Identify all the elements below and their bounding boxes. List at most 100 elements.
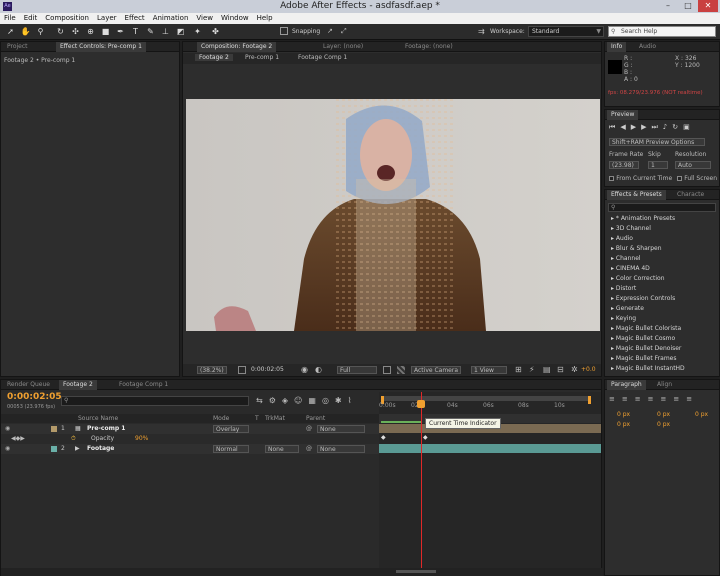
tab-effect-controls[interactable]: Effect Controls: Pre-comp 1 [56, 42, 146, 52]
tab-layer[interactable]: Layer: (none) [319, 42, 367, 52]
menu-effect[interactable]: Effect [121, 13, 149, 22]
opacity-value[interactable]: 90% [135, 435, 148, 442]
ram-preview-options-dropdown[interactable]: Shift+RAM Preview Options [609, 138, 705, 146]
space-before-value[interactable]: 0 px [617, 421, 630, 428]
keyframe-nav-icon[interactable]: ◀◆▶ [11, 435, 25, 442]
visibility-icon[interactable]: ◉ [5, 425, 10, 432]
draft-3d-icon[interactable]: ◈ [282, 396, 294, 405]
menu-help[interactable]: Help [253, 13, 277, 22]
snapshot-icon[interactable]: ◉ [301, 365, 308, 374]
indent-right-value[interactable]: 0 px [657, 411, 670, 418]
layer-row-pre-comp-1[interactable]: ◉ 1 ▦ Pre-comp 1 Overlay @ None [1, 424, 379, 434]
workspace-dropdown[interactable]: Standard ▼ [528, 26, 604, 37]
layer-mode-dropdown[interactable]: Overlay [213, 425, 249, 433]
label-color-swatch[interactable] [51, 426, 57, 432]
loop-icon[interactable]: ↻ [672, 123, 683, 131]
exposure-reset-icon[interactable]: ✲ [571, 365, 578, 374]
frame-rate-dropdown[interactable]: (23.98) [609, 161, 639, 169]
resolution-dropdown[interactable]: Full [337, 366, 377, 374]
hand-tool-icon[interactable]: ✋ [20, 26, 31, 37]
parent-pickwhip-icon[interactable]: @ [306, 445, 312, 452]
layer-name[interactable]: Footage [87, 445, 114, 452]
property-row-opacity[interactable]: ◀◆▶ ⏱ Opacity 90% [1, 434, 379, 444]
brainstorm-icon[interactable]: ✱ [335, 396, 348, 405]
composition-mini-flowchart-icon[interactable]: ⇆ [256, 396, 269, 405]
next-frame-icon[interactable]: ▶ [641, 123, 651, 131]
crumb-footage-comp-1[interactable]: Footage Comp 1 [298, 54, 347, 61]
space-after-value[interactable]: 0 px [657, 421, 670, 428]
layer-parent-dropdown[interactable]: None [317, 425, 365, 433]
pan-behind-tool-icon[interactable]: ⊕ [85, 26, 96, 37]
tab-footage-comp-1[interactable]: Footage Comp 1 [115, 380, 172, 390]
resolution-preview-dropdown[interactable]: Auto [675, 161, 711, 169]
view-layout-dropdown[interactable]: 1 View [471, 366, 507, 374]
tab-effects-presets[interactable]: Effects & Presets [607, 190, 666, 200]
timeline-search-input[interactable]: ⚲ [61, 396, 249, 406]
last-frame-icon[interactable]: ⏭ [651, 123, 662, 131]
ram-preview-icon[interactable]: ▣ [683, 123, 695, 131]
effects-item-color-correction[interactable]: ▸ Color Correction [611, 275, 665, 282]
camera-dropdown[interactable]: Active Camera [411, 366, 461, 374]
effects-item-magic-bullet-denoiser[interactable]: ▸ Magic Bullet Denoiser [611, 345, 681, 352]
snap-edges-icon[interactable]: ⤢ [341, 27, 347, 36]
menu-animation[interactable]: Animation [149, 13, 193, 22]
keyframe-icon[interactable]: ◆ [381, 434, 386, 441]
from-current-time-checkbox[interactable] [609, 175, 614, 181]
zoom-tool-icon[interactable]: ⚲ [35, 26, 46, 37]
clone-tool-icon[interactable]: ⊥ [160, 26, 171, 37]
justify-all-icon[interactable]: ≡ [686, 395, 699, 403]
justify-last-right-icon[interactable]: ≡ [673, 395, 686, 403]
roto-brush-tool-icon[interactable]: ✦ [192, 26, 203, 37]
effects-item-blur-sharpen[interactable]: ▸ Blur & Sharpen [611, 245, 662, 252]
menu-composition[interactable]: Composition [41, 13, 93, 22]
tab-preview[interactable]: Preview [607, 110, 639, 120]
label-color-swatch[interactable] [51, 446, 57, 452]
tab-audio[interactable]: Audio [635, 42, 660, 52]
layer-mode-dropdown[interactable]: Normal [213, 445, 249, 453]
effects-item-magic-bullet-frames[interactable]: ▸ Magic Bullet Frames [611, 355, 676, 362]
layer-bar-footage[interactable] [379, 444, 601, 453]
pen-tool-icon[interactable]: ✒ [115, 26, 126, 37]
effects-search-input[interactable]: ⚲ [608, 203, 716, 212]
timeline-icon[interactable]: ▤ [543, 365, 551, 374]
flowchart-icon[interactable]: ⊟ [557, 365, 564, 374]
layer-name[interactable]: Pre-comp 1 [87, 425, 125, 432]
tab-composition[interactable]: Composition: Footage 2 [197, 42, 277, 52]
region-of-interest-icon[interactable] [383, 366, 391, 374]
maximize-icon[interactable]: □ [678, 0, 698, 12]
visibility-icon[interactable]: ◉ [5, 445, 10, 452]
search-help-input[interactable]: ⚲ Search Help [608, 26, 716, 37]
tab-footage[interactable]: Footage: (none) [401, 42, 457, 52]
zoom-dropdown[interactable]: (38.2%) [197, 366, 227, 374]
align-right-icon[interactable]: ≡ [635, 395, 648, 403]
crumb-footage-2[interactable]: Footage 2 [195, 54, 233, 61]
effects-item-keying[interactable]: ▸ Keying [611, 315, 636, 322]
previous-frame-icon[interactable]: ◀ [620, 123, 630, 131]
grid-toggle-icon[interactable] [238, 366, 246, 374]
crumb-pre-comp-1[interactable]: Pre-comp 1 [245, 54, 279, 61]
exposure-value[interactable]: +0.0 [581, 366, 596, 373]
effects-item-magic-bullet-cosmo[interactable]: ▸ Magic Bullet Cosmo [611, 335, 675, 342]
minimize-icon[interactable]: – [658, 0, 678, 12]
keyframe-icon[interactable]: ◆ [423, 434, 428, 441]
effects-item-channel[interactable]: ▸ Channel [611, 255, 641, 262]
align-center-icon[interactable]: ≡ [622, 395, 635, 403]
snap-icon[interactable]: ↗ [327, 27, 333, 35]
play-icon[interactable]: ▶ [631, 123, 641, 131]
menu-view[interactable]: View [192, 13, 217, 22]
work-area-end-handle[interactable] [588, 396, 591, 404]
effects-item-expression-controls[interactable]: ▸ Expression Controls [611, 295, 675, 302]
close-icon[interactable]: ✕ [698, 0, 718, 12]
first-frame-icon[interactable]: ⏮ [609, 123, 620, 131]
text-tool-icon[interactable]: T [130, 26, 141, 37]
tab-render-queue[interactable]: Render Queue [3, 380, 54, 390]
menu-file[interactable]: File [0, 13, 20, 22]
align-left-icon[interactable]: ≡ [609, 395, 622, 403]
parent-pickwhip-icon[interactable]: @ [306, 425, 312, 432]
fast-previews-icon[interactable]: ⚡ [529, 365, 535, 374]
from-current-time-option[interactable]: From Current Time [609, 174, 672, 182]
motion-blur-icon[interactable]: ◎ [322, 396, 335, 405]
full-screen-checkbox[interactable] [677, 175, 682, 181]
hide-shy-layers-icon[interactable]: ☺ [294, 396, 308, 405]
tab-character[interactable]: Characte [673, 190, 708, 200]
